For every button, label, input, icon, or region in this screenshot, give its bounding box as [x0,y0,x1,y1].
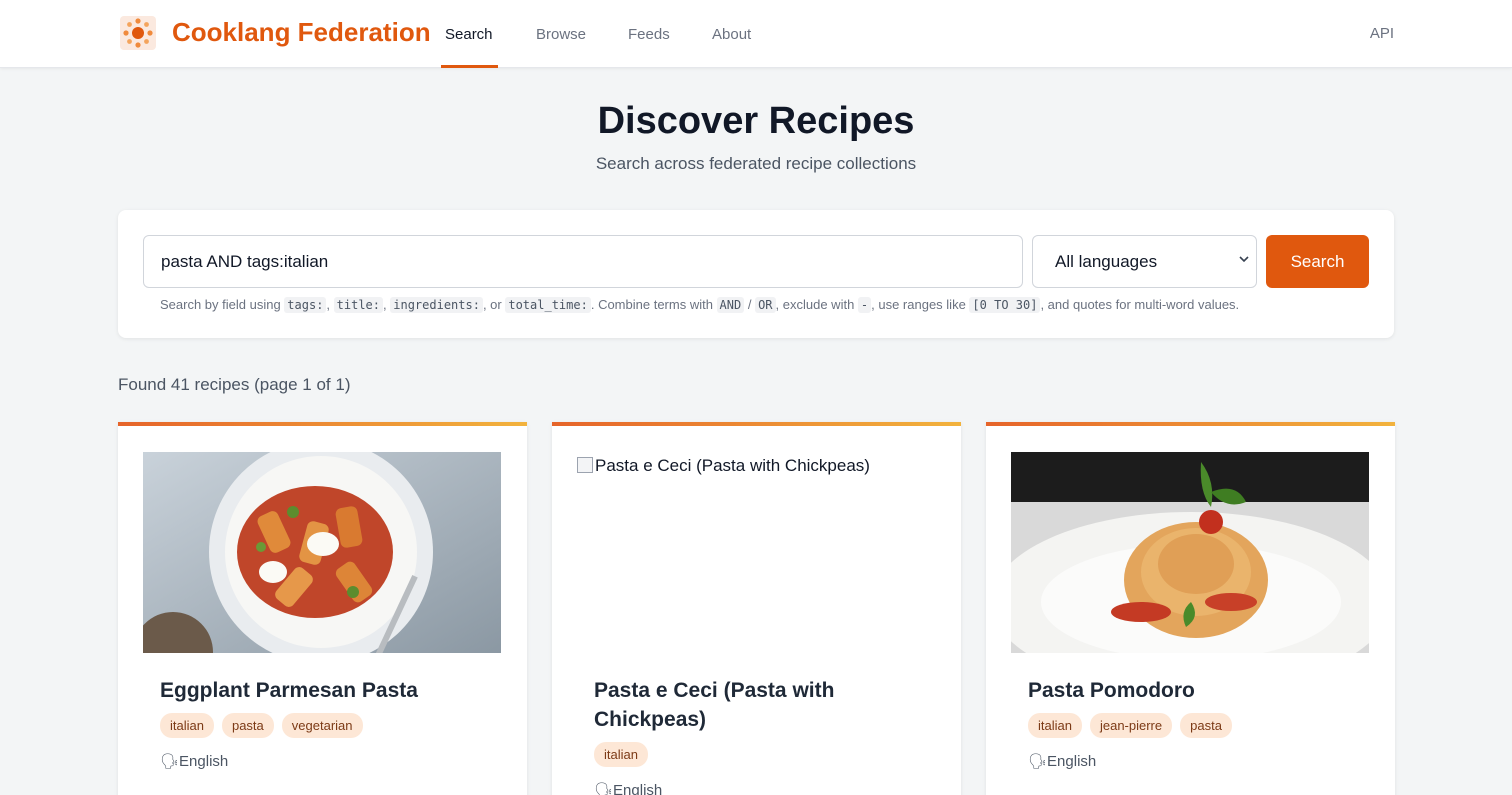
recipe-tags: italian jean-pierre pasta [1028,713,1232,738]
recipe-tags: italian [594,742,648,767]
api-link[interactable]: API [1370,25,1394,42]
recipe-language: 🗣English [594,781,662,795]
help-code: total_time: [505,297,591,313]
recipe-image[interactable] [1011,452,1369,653]
tag-chip[interactable]: pasta [221,713,274,738]
recipe-title[interactable]: Pasta e Ceci (Pasta with Chickpeas) [594,676,924,734]
speaking-head-icon: 🗣 [594,782,614,795]
nav-browse[interactable]: Browse [536,26,586,43]
chevron-down-icon [1238,253,1250,268]
language-label: English [1047,753,1097,770]
logo-icon[interactable] [120,16,156,50]
brand-name[interactable]: Cooklang Federation [172,17,431,48]
nav-search[interactable]: Search [445,26,493,43]
language-label: English [179,753,229,770]
results-count: Found 41 recipes (page 1 of 1) [118,375,351,394]
image-alt-text: Pasta e Ceci (Pasta with Chickpeas) [595,456,870,475]
help-text: Search by field using [160,297,285,312]
help-text: , [326,297,334,312]
language-select-value: All languages [1055,252,1158,271]
help-code: [0 TO 30] [969,297,1041,313]
language-select[interactable]: All languages [1032,235,1257,288]
recipe-language: 🗣English [1028,752,1096,770]
top-navigation-bar: Cooklang Federation Search Browse Feeds … [0,0,1512,68]
help-text: . Combine terms with [590,297,717,312]
recipe-language: 🗣English [160,752,228,770]
recipe-card[interactable]: Eggplant Parmesan Pasta italian pasta ve… [118,422,527,795]
recipe-card[interactable]: Pasta e Ceci (Pasta with Chickpeas) Past… [552,422,961,795]
tag-chip[interactable]: jean-pierre [1089,713,1173,738]
tag-chip[interactable]: italian [1028,713,1082,738]
help-text: / [744,297,756,312]
page-title: Discover Recipes [597,100,915,142]
page-subtitle: Search across federated recipe collectio… [595,154,917,173]
tag-chip[interactable]: vegetarian [281,713,363,738]
language-label: English [613,782,663,795]
search-input[interactable] [143,235,1023,288]
tag-chip[interactable]: pasta [1180,713,1232,738]
recipe-title[interactable]: Pasta Pomodoro [1028,676,1358,705]
search-button[interactable]: Search [1266,235,1369,288]
help-code: ingredients: [390,297,483,313]
help-text: , exclude with [775,297,858,312]
recipe-image[interactable] [143,452,501,653]
nav-feeds[interactable]: Feeds [628,26,670,43]
tag-chip[interactable]: italian [594,742,648,767]
help-code: tags: [284,297,327,313]
help-code: OR [755,297,776,313]
recipe-image-broken[interactable]: Pasta e Ceci (Pasta with Chickpeas) [577,456,870,476]
help-code: AND [716,297,745,313]
recipe-tags: italian pasta vegetarian [160,713,363,738]
speaking-head-icon: 🗣 [160,753,180,770]
help-code: - [857,297,872,313]
help-code: title: [333,297,384,313]
active-nav-indicator [441,65,498,68]
help-text: , and quotes for multi-word values. [1040,297,1240,312]
nav-about[interactable]: About [712,26,751,43]
recipe-card[interactable]: Pasta Pomodoro italian jean-pierre pasta… [986,422,1395,795]
broken-image-icon [577,457,593,473]
speaking-head-icon: 🗣 [1028,753,1048,770]
search-panel: All languages Search Search by field usi… [118,210,1394,338]
help-text: , use ranges like [871,297,970,312]
tag-chip[interactable]: italian [160,713,214,738]
search-help-text: Search by field using tags:, title:, ing… [160,297,1240,313]
help-text: , or [482,297,506,312]
recipe-title[interactable]: Eggplant Parmesan Pasta [160,676,490,705]
